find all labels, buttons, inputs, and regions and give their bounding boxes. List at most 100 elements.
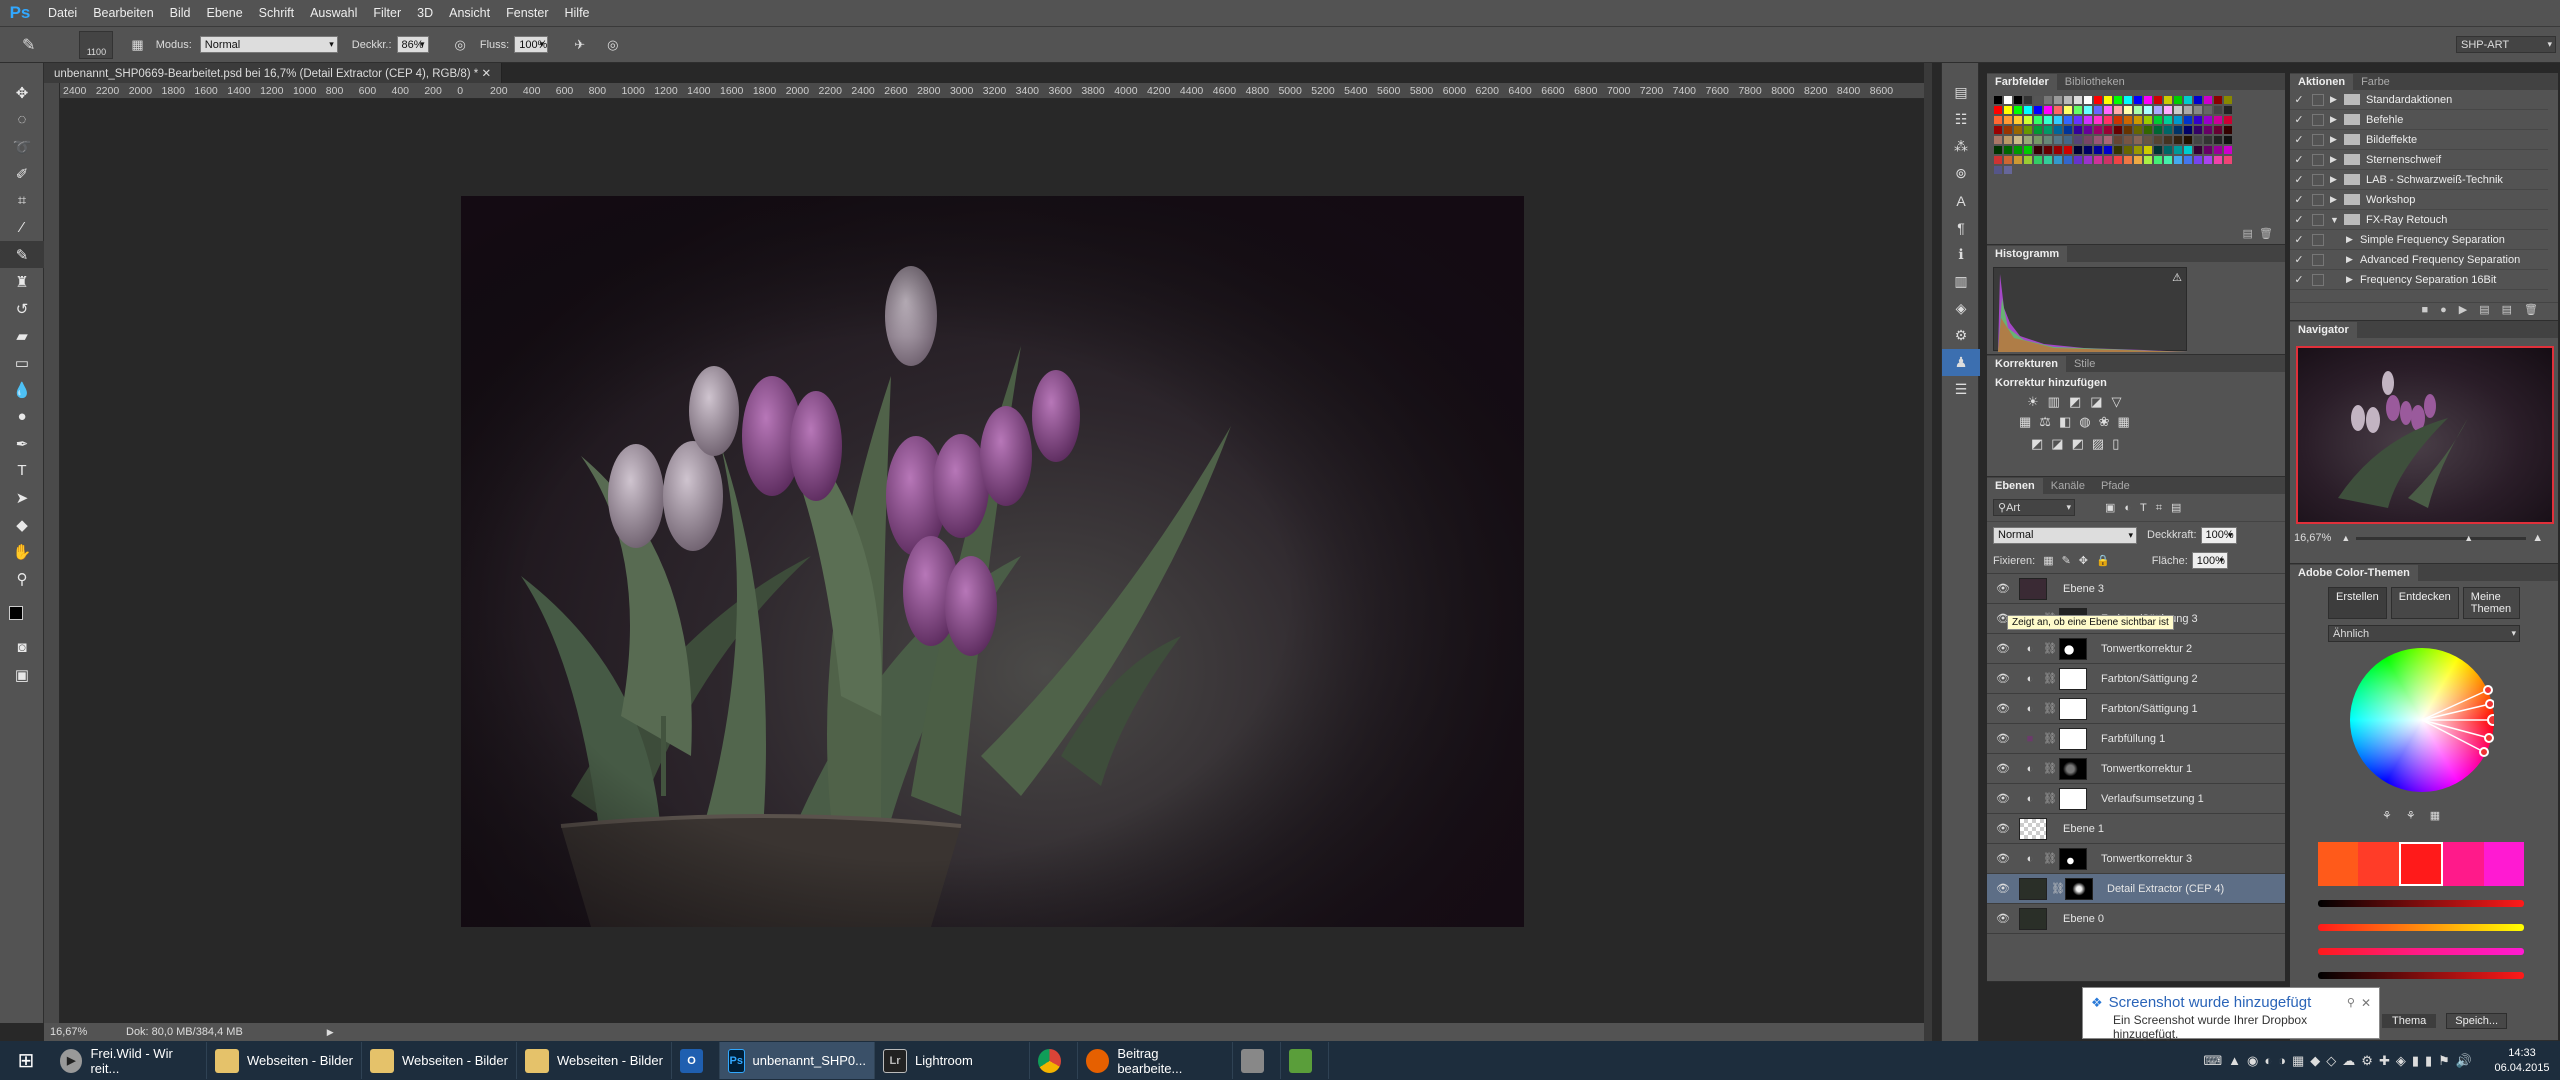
type-tool-icon[interactable]: T [0, 457, 44, 484]
layer-name[interactable]: Tonwertkorrektur 1 [2101, 763, 2192, 775]
taskbar-explorer-2[interactable]: Webseiten - Bilder [362, 1042, 517, 1079]
color-swatch[interactable] [2224, 156, 2232, 164]
color-swatch[interactable] [2204, 126, 2212, 134]
color-swatch[interactable] [2014, 96, 2022, 104]
tab-meine-themen[interactable]: Meine Themen [2462, 587, 2520, 619]
marquee-tool-icon[interactable]: ◌ [0, 106, 44, 133]
navigator-zoom-value[interactable]: 16,67% [2294, 532, 2331, 544]
color-swatch[interactable] [2074, 96, 2082, 104]
theme-swatch[interactable] [2483, 842, 2525, 886]
color-swatch[interactable] [2194, 156, 2202, 164]
brush-tool-icon[interactable]: ✎ [22, 35, 35, 55]
taskbar-firefox[interactable]: Beitrag bearbeite... [1078, 1042, 1233, 1079]
color-swatch[interactable] [2024, 136, 2032, 144]
color-swatch[interactable] [2084, 116, 2092, 124]
exposure-icon[interactable]: ◪ [2090, 394, 2111, 409]
visibility-eye-icon[interactable]: 👁 [1987, 702, 2019, 715]
color-swatch[interactable] [2124, 126, 2132, 134]
color-swatch[interactable] [2224, 146, 2232, 154]
history-brush-tool-icon[interactable]: ↺ [0, 295, 44, 322]
color-swatch[interactable] [2014, 106, 2022, 114]
windows-start-icon[interactable]: ⊞ [0, 1041, 52, 1080]
brush-panel-icon[interactable]: ⁂ [1942, 133, 1980, 160]
color-swatch[interactable] [1994, 166, 2002, 174]
color-swatch[interactable] [2064, 156, 2072, 164]
color-swatch[interactable] [2064, 106, 2072, 114]
settings-icon[interactable]: ⚲ [2347, 996, 2355, 1009]
expand-arrow-icon[interactable]: ▶ [2346, 234, 2360, 245]
pen-tool-icon[interactable]: ✒ [0, 430, 44, 457]
color-swatch[interactable] [2034, 96, 2042, 104]
actions-controls[interactable]: ■●▶▤▤🗑 [2290, 302, 2558, 320]
tab-pfade[interactable]: Pfade [2093, 478, 2138, 494]
color-swatch[interactable] [2214, 136, 2222, 144]
color-wheel[interactable] [2350, 648, 2494, 792]
layer-row[interactable]: 👁 Ebene 0 [1987, 904, 2285, 934]
dialog-toggle[interactable] [2312, 273, 2324, 286]
layer-name[interactable]: Tonwertkorrektur 3 [2101, 853, 2192, 865]
color-swatch[interactable] [2124, 156, 2132, 164]
color-swatch[interactable] [2054, 146, 2062, 154]
menu-ebene[interactable]: Ebene [199, 6, 251, 20]
lookup-icon[interactable]: ▦ [2118, 414, 2138, 429]
layer-mask-thumbnail[interactable] [2065, 877, 2093, 900]
tab-stile[interactable]: Stile [2066, 356, 2103, 372]
taskbar-app-freiwild[interactable]: ▶ Frei.Wild - Wir reit... [52, 1042, 207, 1079]
brush-preset-picker[interactable]: 1100 [79, 30, 114, 59]
zoom-out-icon[interactable]: ▲ [2341, 533, 2350, 543]
gradient-map-icon[interactable]: ▯ [2112, 436, 2127, 451]
color-swatch[interactable] [2084, 136, 2092, 144]
channels-icon[interactable]: ▥ [1942, 268, 1980, 295]
color-swatch[interactable] [2174, 126, 2182, 134]
tab-ebenen[interactable]: Ebenen [1987, 478, 2043, 494]
color-swatch[interactable] [2034, 106, 2042, 114]
workspace-select[interactable]: SHP-ART [2456, 36, 2556, 53]
theme-swatch[interactable] [2398, 842, 2444, 886]
color-swatch[interactable] [2044, 96, 2052, 104]
wheel-tools[interactable]: ⚘⚘▦ [2382, 809, 2454, 822]
menu-bearbeiten[interactable]: Bearbeiten [85, 6, 161, 20]
zoom-slider[interactable]: ▲ [2356, 533, 2527, 543]
color-swatch[interactable] [2204, 146, 2212, 154]
status-menu-arrow-icon[interactable]: ▶ [327, 1027, 334, 1038]
checkmark-icon[interactable]: ✓ [2290, 173, 2308, 186]
adjustment-icons-row-3[interactable]: ◩◪◩▨▯ [1987, 434, 2285, 454]
expand-arrow-icon[interactable]: ▶ [2330, 114, 2344, 125]
color-swatch[interactable] [2194, 136, 2202, 144]
checkmark-icon[interactable]: ✓ [2290, 193, 2308, 206]
color-swatch[interactable] [2014, 116, 2022, 124]
color-swatch[interactable] [2194, 146, 2202, 154]
color-swatch[interactable] [2104, 156, 2112, 164]
color-swatch[interactable] [2154, 126, 2162, 134]
adjustment-icons-row-2[interactable]: ▦⚖◧◍❀▦ [1987, 410, 2285, 434]
color-swatch[interactable] [1994, 96, 2002, 104]
color-swatch[interactable] [2224, 116, 2232, 124]
color-swatch[interactable] [2194, 96, 2202, 104]
color-swatch[interactable] [2144, 126, 2152, 134]
close-icon[interactable]: ✕ [481, 68, 491, 80]
color-swatch[interactable] [2054, 106, 2062, 114]
color-swatch[interactable] [2024, 96, 2032, 104]
color-swatch[interactable] [2134, 156, 2142, 164]
posterize-icon[interactable]: ◪ [2051, 436, 2071, 451]
color-swatch[interactable] [2114, 136, 2122, 144]
color-swatch[interactable] [2204, 96, 2212, 104]
mixer-icon[interactable]: ❀ [2099, 414, 2118, 429]
taskbar-explorer-1[interactable]: Webseiten - Bilder [207, 1042, 362, 1079]
layer-comps-icon[interactable]: ☰ [1942, 376, 1980, 403]
color-swatch[interactable] [2094, 116, 2102, 124]
layer-mask-thumbnail[interactable] [2019, 577, 2047, 600]
link-icon[interactable]: ⛓ [2051, 882, 2065, 895]
quick-mask-icon[interactable]: ◙ [0, 634, 44, 661]
checkmark-icon[interactable]: ✓ [2290, 213, 2308, 226]
color-swatch[interactable] [1994, 116, 2002, 124]
bw-icon[interactable]: ◧ [2059, 414, 2079, 429]
action-item[interactable]: ✓ ▶ Standardaktionen [2290, 90, 2548, 110]
color-swatch[interactable] [2044, 116, 2052, 124]
link-icon[interactable]: ⛓ [2041, 732, 2059, 745]
color-swatch[interactable] [2114, 106, 2122, 114]
taskbar-outlook[interactable]: O [672, 1042, 720, 1079]
color-swatch[interactable] [2094, 146, 2102, 154]
color-swatch[interactable] [2034, 146, 2042, 154]
color-swatch[interactable] [2214, 106, 2222, 114]
